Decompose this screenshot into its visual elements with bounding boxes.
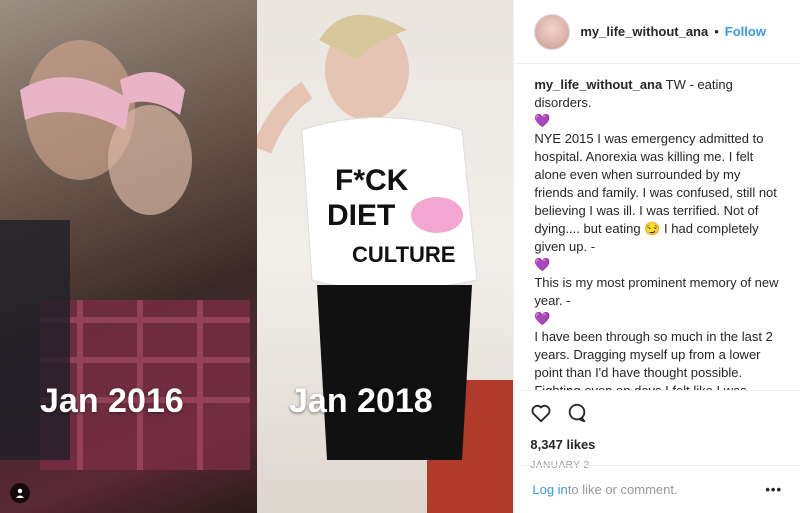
before-date-label: Jan 2016 [40,382,184,420]
caption-area: my_life_without_ana TW - eating disorder… [514,64,800,390]
svg-text:DIET: DIET [327,199,395,232]
post-header: my_life_without_ana • Follow [514,0,800,64]
comment-bubble-icon[interactable] [566,402,588,429]
login-link[interactable]: Log in [532,482,567,497]
svg-text:CULTURE: CULTURE [352,242,455,267]
svg-text:F*CK: F*CK [335,164,409,197]
caption-paragraph-1: NYE 2015 I was emergency admitted to hos… [534,131,777,254]
follow-button[interactable]: Follow [725,24,766,39]
heart-emoji: 💜 [534,113,551,128]
like-heart-icon[interactable] [530,402,552,429]
more-options-icon[interactable]: ••• [765,482,782,497]
post-media[interactable]: Jan 2016 F*CK DIET CULTURE Jan 2018 [0,0,514,513]
post-sidebar: my_life_without_ana • Follow my_life_wit… [513,0,800,513]
header-username[interactable]: my_life_without_ana [580,24,708,39]
tagged-user-icon[interactable] [10,483,30,503]
action-icons [530,399,784,431]
caption-paragraph-3: I have been through so much in the last … [534,329,773,390]
caption-paragraph-2: This is my most prominent memory of new … [534,275,779,308]
avatar[interactable] [534,13,571,50]
caption-username[interactable]: my_life_without_ana [534,77,662,92]
after-photo-illustration: F*CK DIET CULTURE [257,14,514,513]
before-photo: Jan 2016 [0,0,257,513]
after-photo: F*CK DIET CULTURE Jan 2018 [257,0,514,513]
like-count[interactable]: 8,347 likes [530,437,784,452]
caption-first-line: my_life_without_ana TW - eating disorder… [534,76,780,112]
post-footer: Log in to like or comment. ••• [514,465,800,513]
post-container: Jan 2016 F*CK DIET CULTURE Jan 2018 my_l… [0,0,800,513]
separator-dot: • [714,24,719,39]
heart-emoji: 💜 [534,257,551,272]
login-prompt-text: to like or comment. [567,482,678,497]
heart-emoji: 💜 [534,311,551,326]
after-date-label: Jan 2018 [289,382,433,420]
before-photo-illustration [0,40,250,470]
